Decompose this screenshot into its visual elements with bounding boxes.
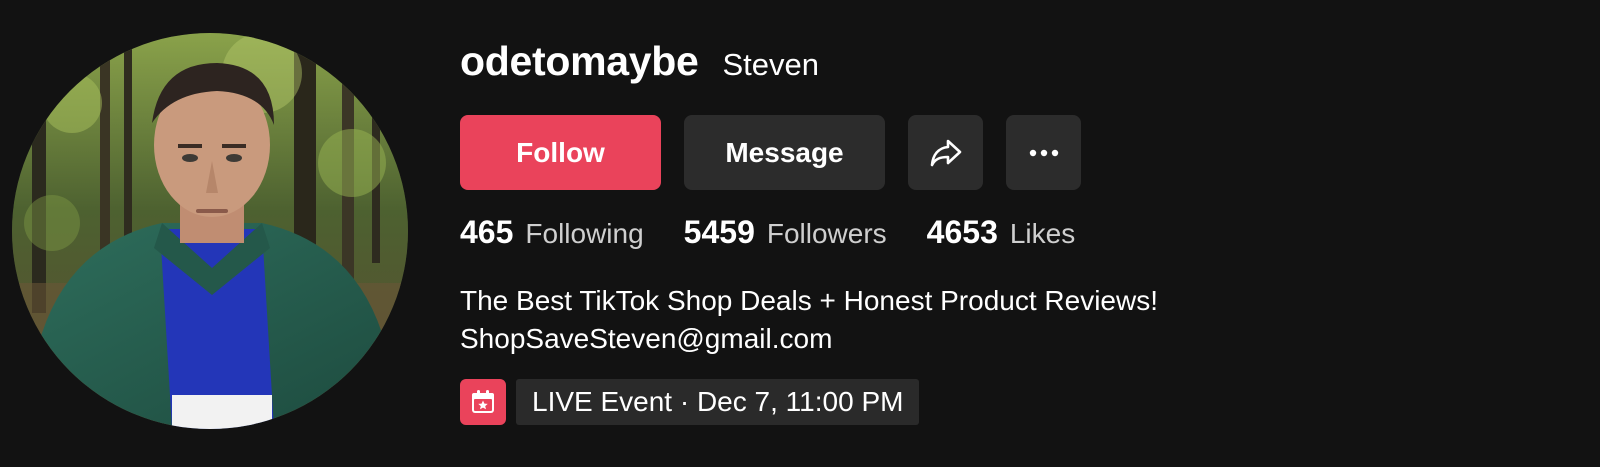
profile-bio: The Best TikTok Shop Deals + Honest Prod… [460,282,1158,358]
message-button[interactable]: Message [684,115,885,190]
action-buttons: Follow Message [460,115,1081,190]
profile-stats: 465 Following 5459 Followers 4653 Likes [460,214,1115,258]
stat-likes: 4653 Likes [927,214,1076,251]
stat-following[interactable]: 465 Following [460,214,644,251]
more-button[interactable] [1006,115,1081,190]
nickname: Steven [722,47,820,82]
stat-label: Likes [1009,218,1076,249]
follow-button[interactable]: Follow [460,115,661,190]
profile-info: odetomaybe Steven Follow Message 465 Fol… [460,0,1580,467]
username: odetomaybe [460,38,699,84]
share-button[interactable] [908,115,983,190]
stat-value: 4653 [926,214,998,250]
bio-line: The Best TikTok Shop Deals + Honest Prod… [460,285,1158,316]
calendar-star-icon [472,390,494,413]
more-ellipsis-icon [1029,149,1058,156]
profile-avatar[interactable] [12,33,408,429]
bio-email: ShopSaveSteven@gmail.com [460,323,833,354]
stat-label: Followers [766,218,887,249]
live-event: LIVE Event · Dec 7, 11:00 PM [460,379,920,425]
stat-followers[interactable]: 5459 Followers [684,214,887,251]
stat-value: 465 [460,214,514,250]
avatar-image [12,33,408,429]
event-icon-badge[interactable] [460,379,506,425]
name-row: odetomaybe Steven [460,38,819,96]
share-arrow-icon [930,139,961,166]
stat-label: Following [525,218,644,249]
event-label[interactable]: LIVE Event · Dec 7, 11:00 PM [516,379,920,425]
stat-value: 5459 [683,214,755,250]
